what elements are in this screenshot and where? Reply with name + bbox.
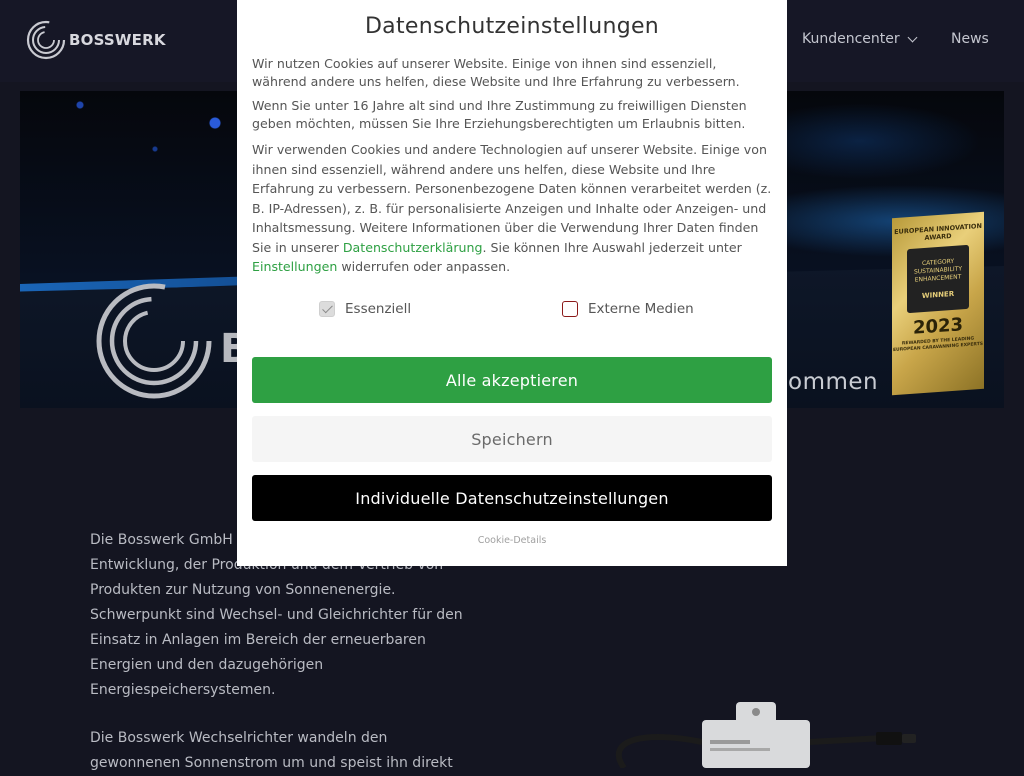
dialog-text-details-part2: . Sie können Ihre Auswahl jederzeit unte… — [482, 239, 742, 255]
save-button[interactable]: Speichern — [252, 416, 772, 462]
checkbox-essential-label: Essenziell — [345, 301, 412, 317]
dialog-text-details-part1: Wir verwenden Cookies und andere Technol… — [252, 142, 772, 255]
checkbox-external-media-label[interactable]: Externe Medien — [588, 301, 694, 317]
dialog-text-details-part3: widerrufen oder anpassen. — [337, 259, 511, 274]
consent-checkboxes: Essenziell Externe Medien — [237, 301, 787, 323]
privacy-policy-link[interactable]: Datenschutzerklärung — [343, 240, 483, 255]
cookie-details-link[interactable]: Cookie-Details — [237, 535, 787, 546]
checkbox-essential-box — [319, 301, 335, 317]
checkbox-external-media-box[interactable] — [562, 301, 578, 317]
cookie-consent-dialog: Datenschutzeinstellungen Wir nutzen Cook… — [237, 0, 787, 566]
accept-all-button[interactable]: Alle akzeptieren — [252, 357, 772, 403]
individual-settings-button[interactable]: Individuelle Datenschutzeinstellungen — [252, 475, 772, 521]
checkbox-external-media[interactable]: Externe Medien — [562, 301, 694, 317]
bosswerk-logo-icon — [26, 20, 66, 60]
hero-logo-icon — [96, 283, 212, 399]
settings-link[interactable]: Einstellungen — [252, 259, 337, 274]
innovation-award-badge: EUROPEAN INNOVATION AWARD CATEGORY SUSTA… — [892, 211, 984, 396]
checkbox-essential: Essenziell — [319, 301, 411, 317]
award-winner: WINNER — [921, 289, 955, 301]
nav-item-kundencenter[interactable]: Kundencenter — [802, 31, 918, 47]
award-title: EUROPEAN INNOVATION AWARD — [894, 221, 982, 242]
nav-item-label: Kundencenter — [802, 31, 900, 47]
brand-name: BOSSWERK — [69, 31, 166, 49]
dialog-text-age-notice: Wenn Sie unter 16 Jahre alt sind und Ihr… — [252, 98, 747, 131]
chevron-down-icon — [907, 32, 918, 42]
inverter-paragraph: Die Bosswerk Wechselrichter wandeln den … — [90, 730, 453, 771]
dialog-text-details: Wir verwenden Cookies und andere Technol… — [252, 140, 772, 277]
dialog-title: Datenschutzeinstellungen — [364, 14, 660, 39]
nav-item-news[interactable]: News — [951, 31, 989, 47]
hero-slogan: ommen — [788, 369, 879, 395]
micro-inverter-image — [615, 702, 916, 768]
award-plaque: CATEGORY SUSTAINABILITY ENHANCEMENT WINN… — [907, 244, 969, 314]
brand-logo[interactable]: BOSSWERK — [26, 20, 166, 60]
award-category-sub: SUSTAINABILITY ENHANCEMENT — [913, 265, 962, 284]
dialog-text-intro: Wir nutzen Cookies auf unserer Website. … — [252, 56, 740, 89]
